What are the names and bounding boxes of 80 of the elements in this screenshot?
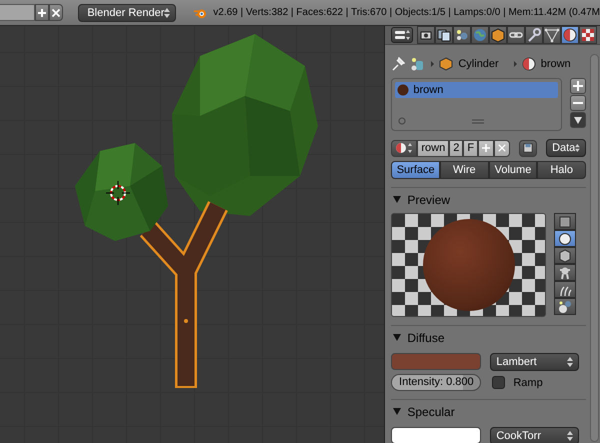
- preview-shape-button[interactable]: [554, 247, 576, 264]
- ramp-label: Ramp: [513, 376, 543, 388]
- users-count-button[interactable]: 2: [449, 140, 464, 156]
- floppy-icon: [523, 142, 534, 154]
- layers-icon: [436, 27, 452, 43]
- panel-toggle-icon: [394, 30, 410, 40]
- panel-header[interactable]: Specular: [391, 399, 586, 423]
- scrollbar[interactable]: [590, 54, 599, 442]
- properties-tab[interactable]: [435, 26, 454, 44]
- sphere-icon: [557, 230, 574, 246]
- slot-menu-button[interactable]: [570, 112, 586, 128]
- shading-tab[interactable]: Volume: [488, 161, 538, 179]
- cube-icon: [439, 57, 454, 71]
- panel-header[interactable]: Diffuse: [391, 325, 586, 349]
- plane-icon: [557, 214, 574, 230]
- fake-user-button[interactable]: F: [463, 140, 478, 156]
- add-slot-button[interactable]: [570, 78, 586, 94]
- preview-shape-button[interactable]: [554, 298, 576, 315]
- scene-icon: [454, 27, 470, 43]
- preview-shape-button[interactable]: [554, 230, 576, 247]
- updown-icon: [567, 431, 574, 441]
- checker-icon: [580, 27, 596, 43]
- breadcrumb-arrow: [514, 61, 517, 67]
- shading-tab[interactable]: Surface: [391, 161, 440, 179]
- scene-stats: v2.69 | Verts:382 | Faces:622 | Tris:670 | Objects:1/5 | Lamps:0/0 | Mem:11.42M (0.47M: [213, 7, 600, 18]
- ramp-checkbox[interactable]: [492, 376, 506, 389]
- new-material-button[interactable]: [478, 140, 494, 156]
- plus-icon: [37, 8, 48, 18]
- properties-tab[interactable]: [417, 26, 436, 44]
- updown-icon: [164, 8, 170, 18]
- copy-settings-button[interactable]: [519, 140, 538, 156]
- preview-shape-button[interactable]: [554, 264, 576, 281]
- browse-material-button[interactable]: [391, 140, 418, 156]
- breadcrumb-label: brown: [540, 58, 571, 70]
- properties-tab[interactable]: [507, 26, 526, 44]
- close-button[interactable]: [49, 4, 64, 21]
- properties-tab[interactable]: [579, 26, 598, 44]
- render-engine-dropdown[interactable]: Blender Render: [78, 4, 176, 22]
- 3d-cursor-icon: [106, 181, 130, 205]
- material-ball-icon: [562, 27, 578, 43]
- breadcrumb-label: Cylinder: [458, 58, 499, 70]
- diffuse-shader-dropdown[interactable]: Lambert: [490, 353, 580, 371]
- preview-shape-button[interactable]: [554, 281, 576, 298]
- cube-icon: [557, 248, 574, 264]
- filter-icon: [398, 117, 406, 125]
- specular-color-swatch[interactable]: [391, 427, 482, 443]
- resize-grip-icon: [472, 119, 484, 124]
- properties-tab[interactable]: [489, 26, 508, 44]
- intensity-slider[interactable]: Intensity: 0.800: [391, 374, 482, 391]
- plus-icon: [573, 81, 583, 91]
- material-slot[interactable]: brown: [395, 82, 558, 98]
- plus-icon: [482, 143, 490, 153]
- material-ball-icon: [395, 142, 414, 154]
- shading-tab[interactable]: Wire: [440, 161, 489, 179]
- material-ball-icon: [397, 84, 410, 96]
- properties-tab[interactable]: [561, 26, 580, 44]
- unlink-button[interactable]: [494, 140, 510, 156]
- caret-icon: [573, 115, 583, 125]
- material-ball-icon: [522, 57, 536, 71]
- preview-shape-button[interactable]: [554, 213, 576, 230]
- shading-tab[interactable]: Halo: [537, 161, 586, 179]
- diffuse-color-swatch[interactable]: [391, 353, 482, 370]
- properties-tab[interactable]: [453, 26, 472, 44]
- globe-icon: [472, 27, 488, 43]
- add-button[interactable]: [34, 4, 50, 21]
- close-icon: [498, 143, 506, 153]
- specular-shader-dropdown[interactable]: CookTorr: [490, 427, 580, 443]
- updown-icon: [575, 143, 580, 153]
- panel-header[interactable]: Preview: [391, 187, 586, 211]
- close-icon: [51, 8, 62, 18]
- link-dropdown[interactable]: Data: [546, 139, 586, 157]
- mesh-icon: [544, 27, 560, 43]
- material-name-field[interactable]: rown: [417, 140, 450, 156]
- remove-slot-button[interactable]: [570, 95, 586, 111]
- name-field[interactable]: [0, 4, 35, 21]
- editor-type-button[interactable]: [391, 27, 414, 43]
- properties-tab[interactable]: [543, 26, 562, 44]
- spheres-icon: [557, 298, 574, 314]
- breadcrumb-arrow: [431, 61, 434, 67]
- updown-icon: [567, 357, 574, 367]
